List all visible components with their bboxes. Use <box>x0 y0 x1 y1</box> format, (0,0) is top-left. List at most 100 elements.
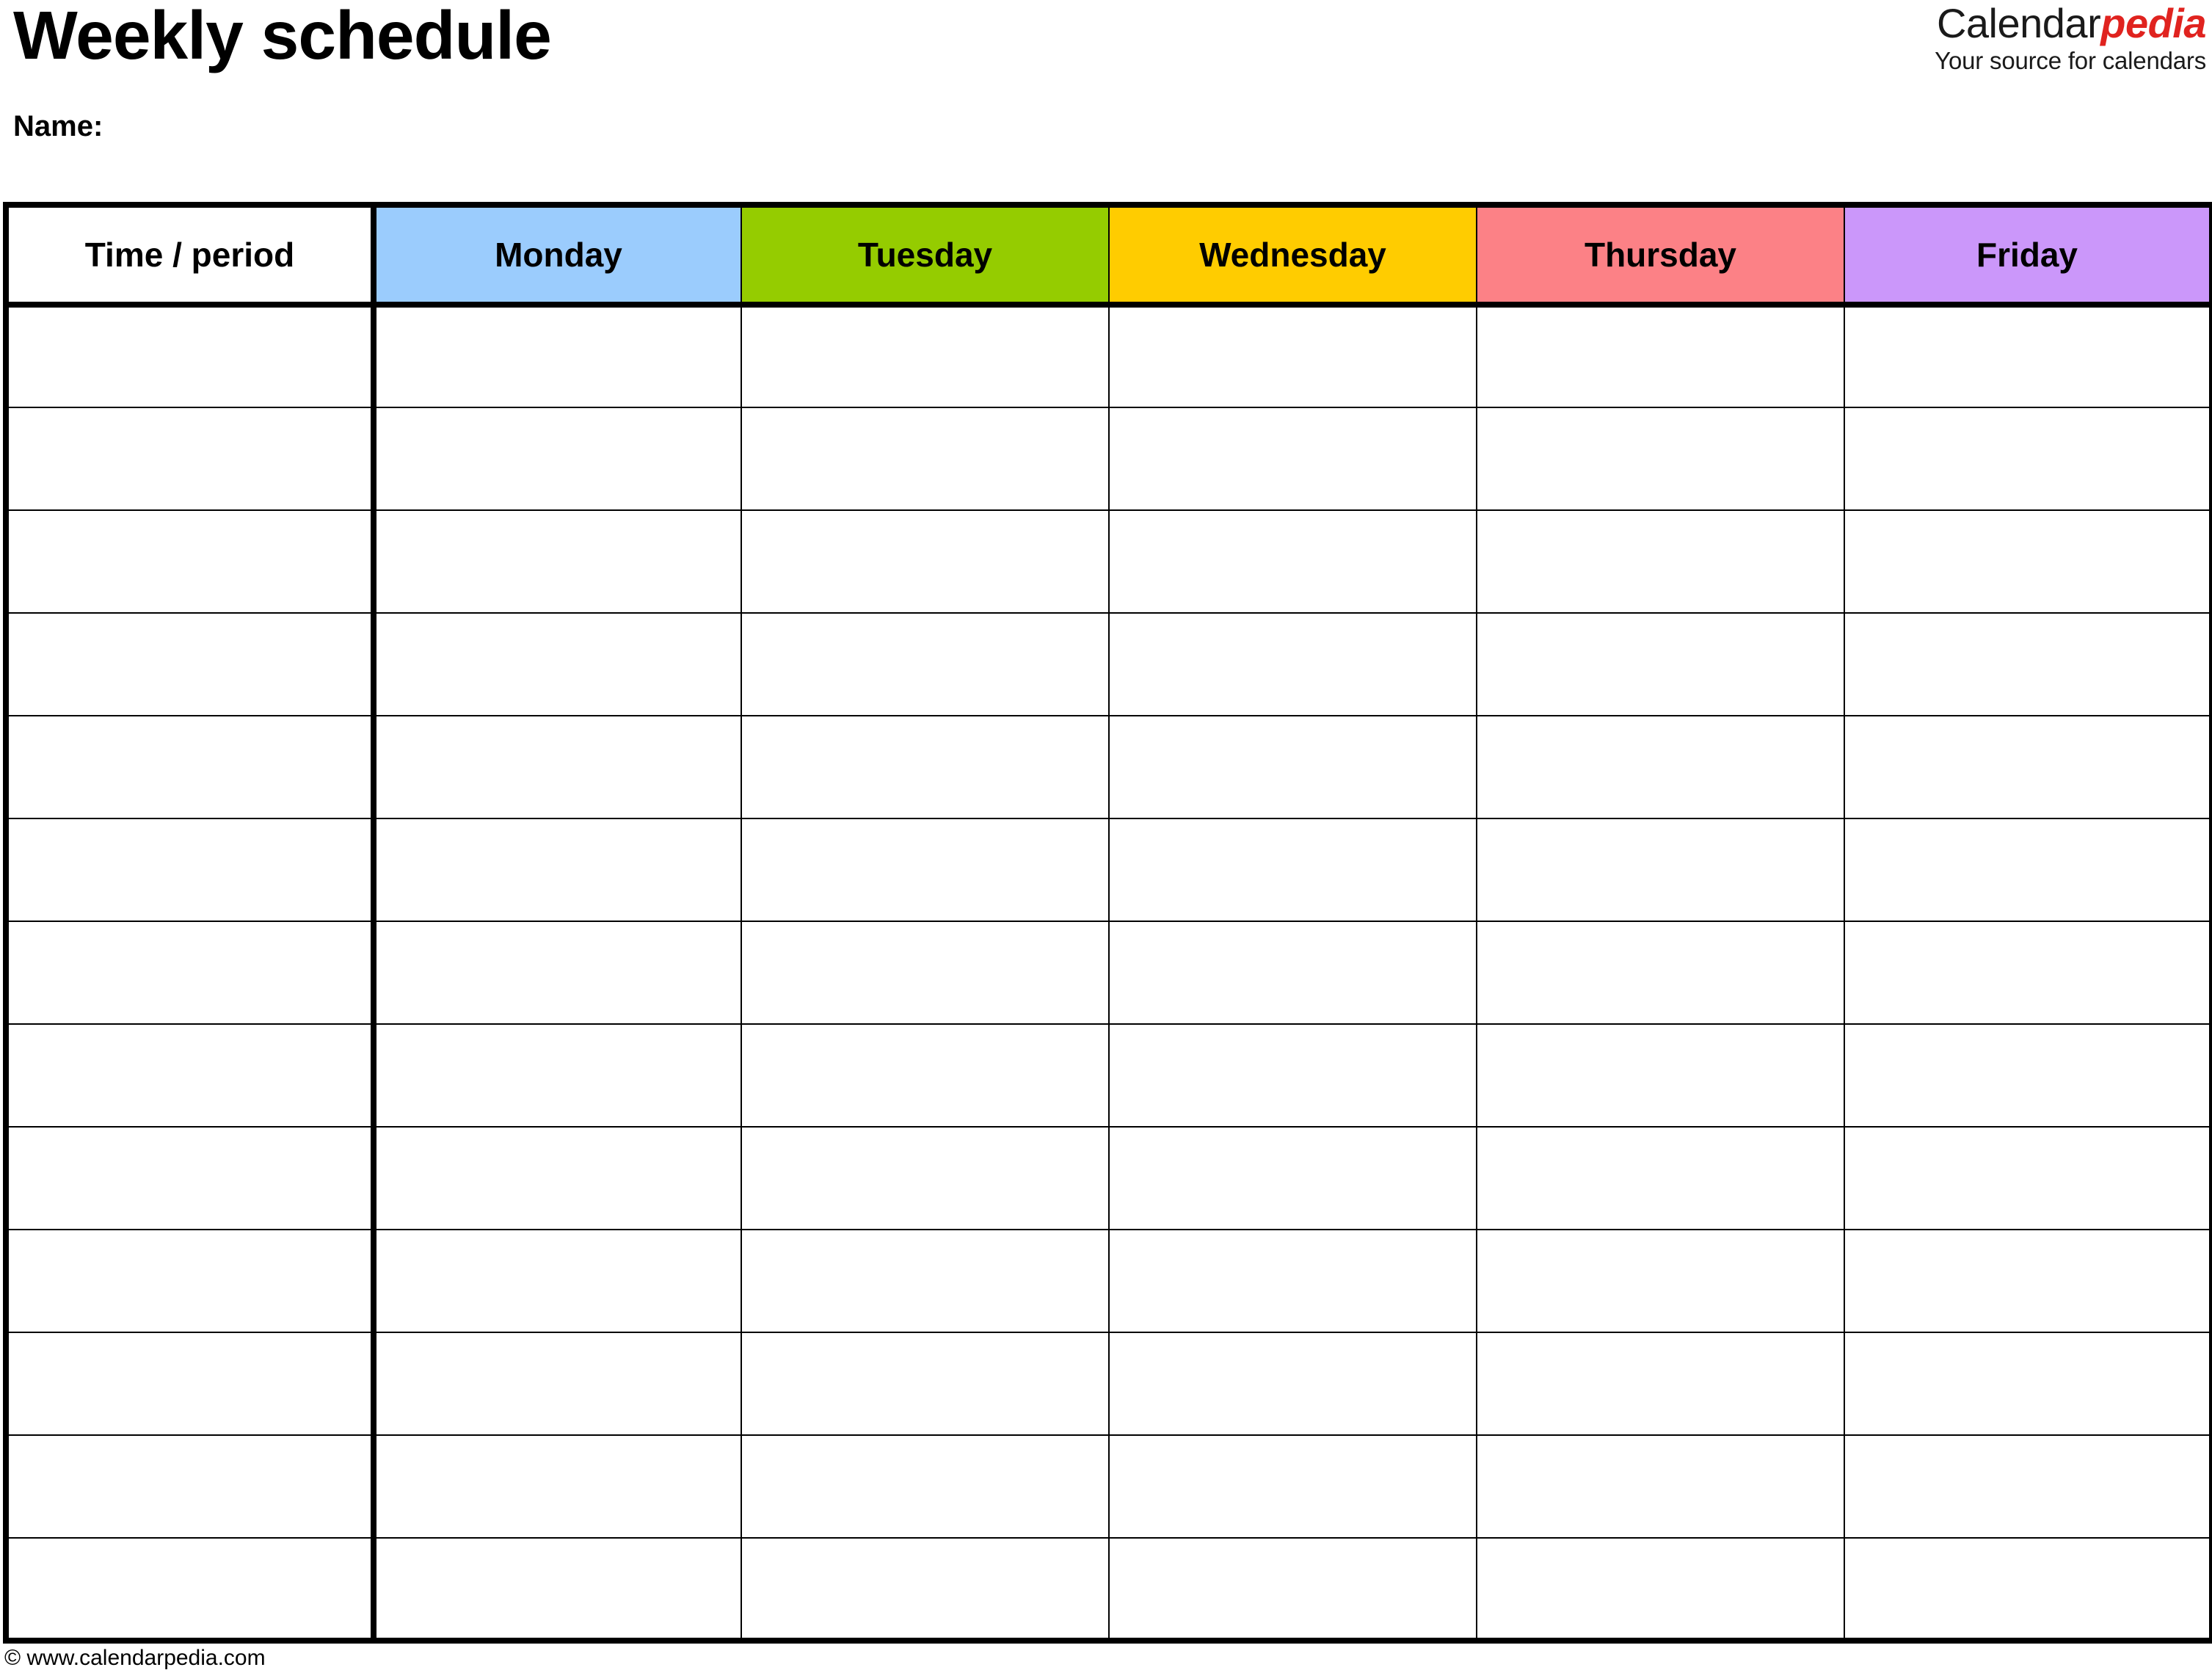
cell-thursday-3[interactable] <box>1476 509 1845 614</box>
cell-tuesday-4[interactable] <box>741 612 1110 716</box>
cell-thursday-5[interactable] <box>1476 715 1845 819</box>
table-row <box>5 715 2212 819</box>
cell-time-5[interactable] <box>5 715 376 819</box>
table-row <box>5 1229 2212 1333</box>
cell-tuesday-2[interactable] <box>741 407 1110 511</box>
cell-wednesday-3[interactable] <box>1108 509 1477 614</box>
cell-wednesday-7[interactable] <box>1108 921 1477 1025</box>
cell-thursday-11[interactable] <box>1476 1332 1845 1436</box>
cell-time-6[interactable] <box>5 818 376 922</box>
cell-time-1[interactable] <box>5 304 376 408</box>
cell-time-7[interactable] <box>5 921 376 1025</box>
cell-wednesday-6[interactable] <box>1108 818 1477 922</box>
cell-monday-12[interactable] <box>373 1434 742 1539</box>
cell-monday-9[interactable] <box>373 1126 742 1230</box>
cell-friday-6[interactable] <box>1844 818 2212 922</box>
cell-monday-4[interactable] <box>373 612 742 716</box>
cell-friday-2[interactable] <box>1844 407 2212 511</box>
cell-wednesday-12[interactable] <box>1108 1434 1477 1539</box>
cell-friday-1[interactable] <box>1844 304 2212 408</box>
cell-thursday-10[interactable] <box>1476 1229 1845 1333</box>
logo-tagline: Your source for calendars <box>1935 47 2206 74</box>
cell-friday-12[interactable] <box>1844 1434 2212 1539</box>
cell-wednesday-13[interactable] <box>1108 1537 1477 1641</box>
weekly-schedule-page: Weekly schedule Name: Calendarpedia Your… <box>0 0 2212 1670</box>
column-header-thursday: Thursday <box>1476 204 1845 308</box>
cell-wednesday-8[interactable] <box>1108 1023 1477 1128</box>
cell-tuesday-11[interactable] <box>741 1332 1110 1436</box>
cell-monday-13[interactable] <box>373 1537 742 1641</box>
cell-thursday-6[interactable] <box>1476 818 1845 922</box>
cell-thursday-8[interactable] <box>1476 1023 1845 1128</box>
cell-time-12[interactable] <box>5 1434 376 1539</box>
logo-wordmark: Calendarpedia <box>1935 0 2207 46</box>
logo-brand-first: Calendar <box>1936 0 2101 46</box>
schedule-table-wrapper: Time / period Monday Tuesday Wednesday Thurs… <box>3 202 2212 1644</box>
table-row <box>5 509 2212 614</box>
cell-wednesday-1[interactable] <box>1108 304 1477 408</box>
table-row <box>5 612 2212 716</box>
cell-monday-11[interactable] <box>373 1332 742 1436</box>
cell-monday-8[interactable] <box>373 1023 742 1128</box>
table-row <box>5 1434 2212 1539</box>
table-row <box>5 1537 2212 1641</box>
cell-tuesday-3[interactable] <box>741 509 1110 614</box>
table-row <box>5 818 2212 922</box>
cell-friday-5[interactable] <box>1844 715 2212 819</box>
cell-tuesday-6[interactable] <box>741 818 1110 922</box>
column-header-wednesday: Wednesday <box>1108 204 1477 308</box>
cell-wednesday-5[interactable] <box>1108 715 1477 819</box>
cell-friday-13[interactable] <box>1844 1537 2212 1641</box>
cell-wednesday-2[interactable] <box>1108 407 1477 511</box>
cell-tuesday-1[interactable] <box>741 304 1110 408</box>
cell-friday-3[interactable] <box>1844 509 2212 614</box>
cell-monday-7[interactable] <box>373 921 742 1025</box>
cell-monday-10[interactable] <box>373 1229 742 1333</box>
cell-monday-5[interactable] <box>373 715 742 819</box>
cell-thursday-9[interactable] <box>1476 1126 1845 1230</box>
cell-monday-6[interactable] <box>373 818 742 922</box>
cell-wednesday-4[interactable] <box>1108 612 1477 716</box>
table-row <box>5 407 2212 511</box>
cell-monday-2[interactable] <box>373 407 742 511</box>
cell-tuesday-9[interactable] <box>741 1126 1110 1230</box>
cell-thursday-1[interactable] <box>1476 304 1845 408</box>
cell-tuesday-10[interactable] <box>741 1229 1110 1333</box>
cell-monday-1[interactable] <box>373 304 742 408</box>
footer-credit: © www.calendarpedia.com <box>4 1646 266 1670</box>
cell-thursday-13[interactable] <box>1476 1537 1845 1641</box>
table-row <box>5 1126 2212 1230</box>
cell-friday-8[interactable] <box>1844 1023 2212 1128</box>
page-title: Weekly schedule <box>13 0 552 73</box>
cell-monday-3[interactable] <box>373 509 742 614</box>
cell-friday-10[interactable] <box>1844 1229 2212 1333</box>
cell-wednesday-10[interactable] <box>1108 1229 1477 1333</box>
cell-friday-11[interactable] <box>1844 1332 2212 1436</box>
cell-time-9[interactable] <box>5 1126 376 1230</box>
cell-thursday-7[interactable] <box>1476 921 1845 1025</box>
column-header-friday: Friday <box>1844 204 2212 308</box>
cell-time-8[interactable] <box>5 1023 376 1128</box>
cell-thursday-4[interactable] <box>1476 612 1845 716</box>
cell-time-3[interactable] <box>5 509 376 614</box>
cell-friday-7[interactable] <box>1844 921 2212 1025</box>
cell-time-11[interactable] <box>5 1332 376 1436</box>
name-field-label: Name: <box>13 110 103 142</box>
cell-time-2[interactable] <box>5 407 376 511</box>
cell-wednesday-11[interactable] <box>1108 1332 1477 1436</box>
cell-tuesday-13[interactable] <box>741 1537 1110 1641</box>
cell-time-4[interactable] <box>5 612 376 716</box>
weekly-schedule-table: Time / period Monday Tuesday Wednesday Thurs… <box>3 202 2212 1644</box>
cell-wednesday-9[interactable] <box>1108 1126 1477 1230</box>
cell-friday-4[interactable] <box>1844 612 2212 716</box>
cell-time-10[interactable] <box>5 1229 376 1333</box>
cell-tuesday-12[interactable] <box>741 1434 1110 1539</box>
cell-friday-9[interactable] <box>1844 1126 2212 1230</box>
cell-thursday-2[interactable] <box>1476 407 1845 511</box>
cell-tuesday-5[interactable] <box>741 715 1110 819</box>
cell-thursday-12[interactable] <box>1476 1434 1845 1539</box>
cell-tuesday-8[interactable] <box>741 1023 1110 1128</box>
cell-tuesday-7[interactable] <box>741 921 1110 1025</box>
table-header: Time / period Monday Tuesday Wednesday Thurs… <box>5 204 2212 308</box>
cell-time-13[interactable] <box>5 1537 376 1641</box>
